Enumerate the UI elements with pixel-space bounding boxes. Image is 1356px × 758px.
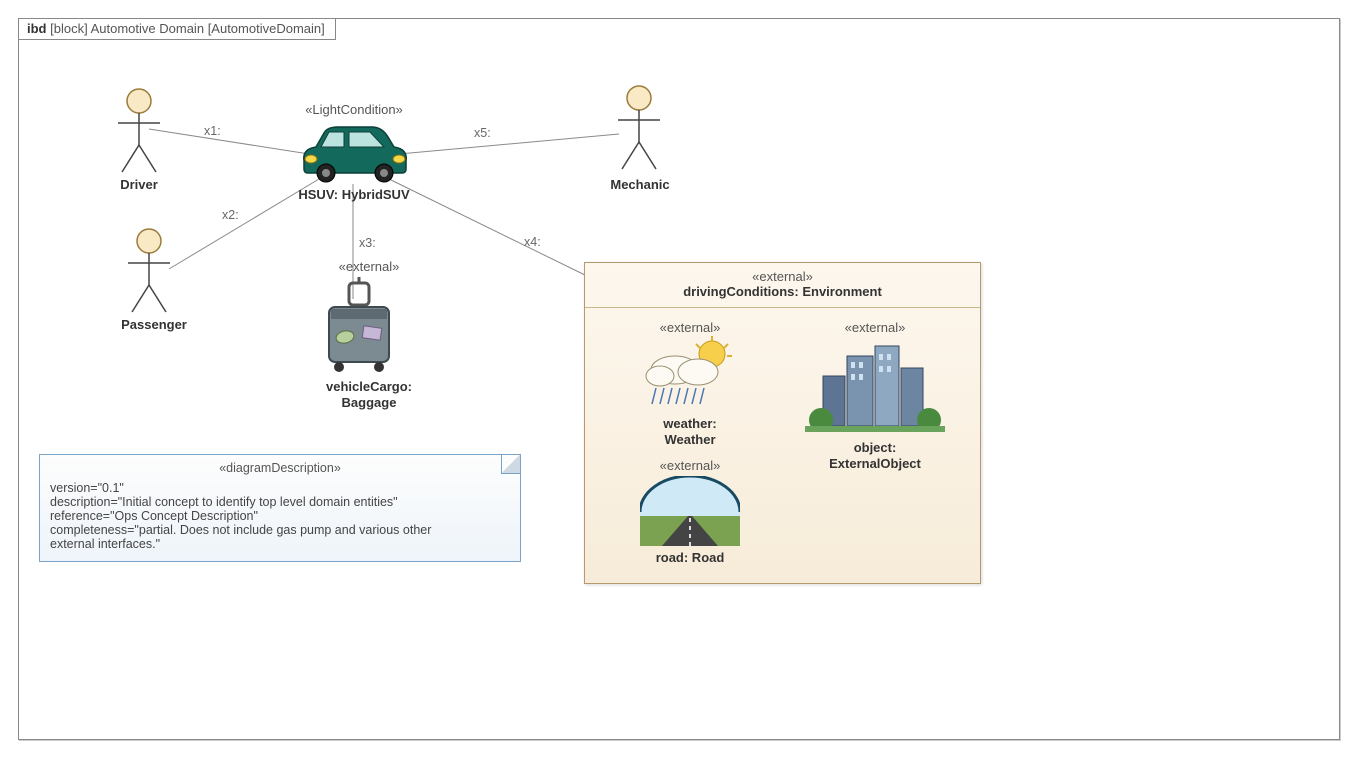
hsuv-stereotype: «LightCondition» xyxy=(274,102,434,117)
note-fold-icon xyxy=(501,455,520,474)
actor-driver-label: Driver xyxy=(114,177,164,192)
baggage-icon xyxy=(319,277,399,377)
object-label-2: ExternalObject xyxy=(795,456,955,471)
environment-header: «external» drivingConditions: Environmen… xyxy=(585,263,980,308)
environment-block: «external» drivingConditions: Environmen… xyxy=(584,262,981,584)
diagram-frame: ibd [block] Automotive Domain [Automotiv… xyxy=(18,18,1340,740)
connector-label-x5: x5: xyxy=(474,126,491,140)
actor-mechanic-icon xyxy=(614,84,664,174)
baggage-label-2: Baggage xyxy=(304,395,434,410)
weather-label-1: weather: xyxy=(625,416,755,431)
baggage-label-1: vehicleCargo: xyxy=(304,379,434,394)
actor-mechanic-label: Mechanic xyxy=(605,177,675,192)
note-line-2: description="Initial concept to identify… xyxy=(50,495,510,509)
object-stereotype: «external» xyxy=(795,320,955,335)
diagram-description-note: «diagramDescription» version="0.1" descr… xyxy=(39,454,521,562)
connector-x5 xyxy=(399,134,619,154)
connector-x1 xyxy=(149,129,309,154)
actor-driver-icon xyxy=(114,87,164,177)
car-icon xyxy=(294,119,414,184)
connector-label-x4: x4: xyxy=(524,235,541,249)
note-line-5: external interfaces." xyxy=(50,537,510,551)
note-stereotype: «diagramDescription» xyxy=(50,461,510,475)
weather-stereotype: «external» xyxy=(625,320,755,335)
environment-title: drivingConditions: Environment xyxy=(585,284,980,299)
road-stereotype: «external» xyxy=(625,458,755,473)
environment-stereotype: «external» xyxy=(585,269,980,284)
hsuv-label: HSUV: HybridSUV xyxy=(279,187,429,202)
connector-label-x1: x1: xyxy=(204,124,221,138)
note-line-4: completeness="partial. Does not include … xyxy=(50,523,510,537)
connector-label-x2: x2: xyxy=(222,208,239,222)
road-label: road: Road xyxy=(625,550,755,565)
baggage-stereotype: «external» xyxy=(319,259,419,274)
actor-passenger-icon xyxy=(124,227,174,317)
weather-label-2: Weather xyxy=(625,432,755,447)
connector-label-x3: x3: xyxy=(359,236,376,250)
weather-icon xyxy=(640,336,740,411)
city-icon xyxy=(805,336,945,436)
actor-passenger-label: Passenger xyxy=(114,317,194,332)
note-line-1: version="0.1" xyxy=(50,481,510,495)
note-line-3: reference="Ops Concept Description" xyxy=(50,509,510,523)
object-label-1: object: xyxy=(795,440,955,455)
road-icon xyxy=(640,476,740,546)
